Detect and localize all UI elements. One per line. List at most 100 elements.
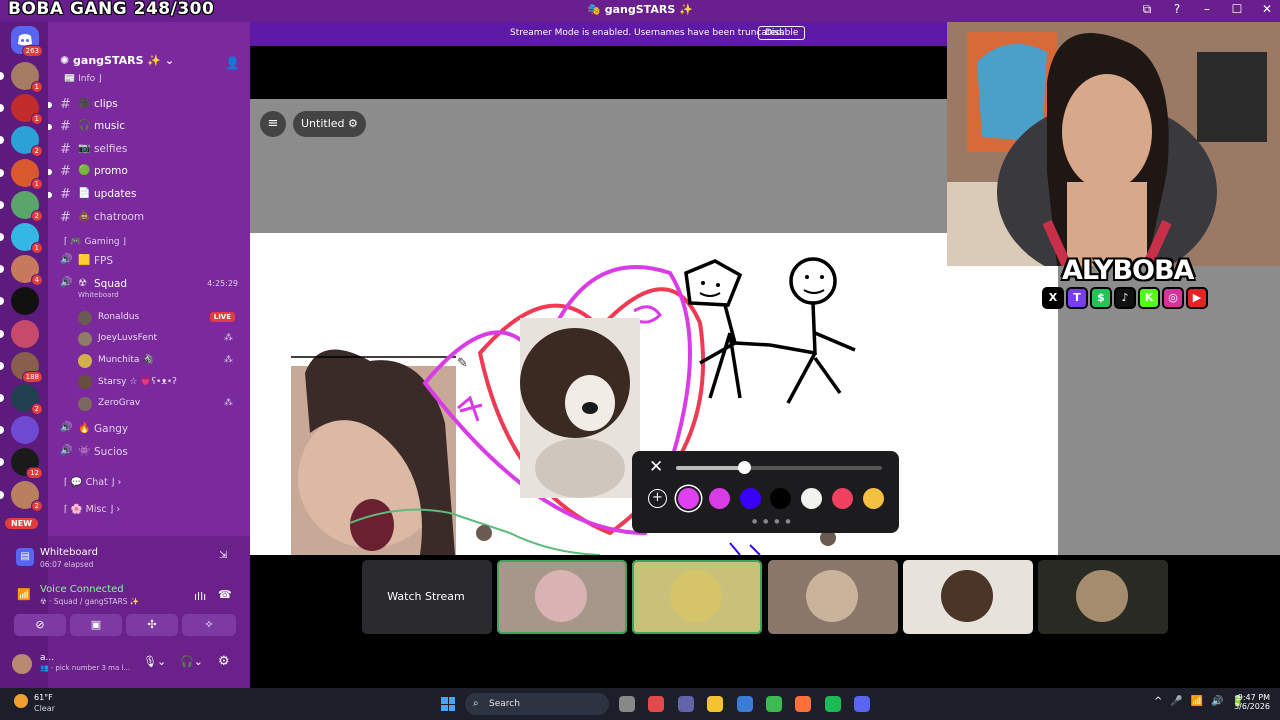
activities-button[interactable]: ✣ xyxy=(126,614,178,636)
social-icon[interactable]: $ xyxy=(1090,287,1112,309)
voice-location[interactable]: ☢ · Squad / gangSTARS ✨ xyxy=(40,597,139,606)
headphones-icon[interactable]: 🎧⌄ xyxy=(180,655,203,668)
voice-member[interactable]: ZeroGrav ⁂ xyxy=(78,394,243,414)
server-icon[interactable]: 1 xyxy=(0,223,43,254)
server-icon[interactable]: 1 xyxy=(0,158,43,190)
search-box[interactable]: ⌕ Search xyxy=(465,693,609,715)
screen-share-button[interactable]: ▣ xyxy=(70,614,122,636)
board-title-button[interactable]: Untitled ⚙ xyxy=(293,111,366,137)
category-collapsed[interactable]: ⌈ 💬 Chat ⌋ › xyxy=(64,477,121,488)
category-gaming[interactable]: ⌈ 🎮 Gaming ⌋ xyxy=(64,237,126,247)
participant-tile[interactable] xyxy=(632,560,763,634)
brush-size-slider[interactable] xyxy=(676,461,882,474)
inbox-icon[interactable]: ⧉ xyxy=(1140,2,1154,17)
server-icon[interactable]: 2 xyxy=(0,384,43,415)
server-header[interactable]: ✺ gangSTARS ✨ ⌄ 👤 xyxy=(48,54,250,76)
add-member-icon[interactable]: 👤 xyxy=(225,56,240,70)
server-icon[interactable]: 2 xyxy=(0,126,43,158)
maximize-button[interactable]: ☐ xyxy=(1230,2,1244,17)
taskbar-app-icon[interactable] xyxy=(707,696,724,712)
weather-icon[interactable] xyxy=(14,694,28,708)
category-collapsed[interactable]: ⌈ 🌸 Misc ⌋ › xyxy=(64,504,120,515)
watch-stream-button[interactable]: Watch Stream xyxy=(381,584,471,610)
home-button[interactable]: 263 xyxy=(11,26,43,57)
channel-clips[interactable]: # 🎥 clips xyxy=(48,95,250,115)
tray-icon[interactable]: ^ xyxy=(1154,696,1162,707)
channel-chatroom[interactable]: # 💩 chatroom xyxy=(48,208,250,228)
avatar[interactable] xyxy=(12,654,32,674)
color-swatch[interactable] xyxy=(678,488,699,509)
server-icon[interactable]: 188 xyxy=(0,351,43,383)
participant-tile[interactable] xyxy=(1038,560,1169,634)
social-icon[interactable]: ▶ xyxy=(1186,287,1208,309)
category-icon: 📰 xyxy=(64,74,76,84)
voice-member[interactable]: Ronaldus LIVE xyxy=(78,308,243,328)
social-icon[interactable]: X xyxy=(1042,287,1064,309)
participant-tile[interactable] xyxy=(767,560,898,634)
taskbar-app-icon[interactable] xyxy=(677,696,694,712)
participant-tile[interactable] xyxy=(902,560,1033,634)
brush-size-handle[interactable] xyxy=(737,461,751,474)
channel-updates[interactable]: # 📄 updates xyxy=(48,185,250,205)
taskbar-app-icon[interactable] xyxy=(736,696,753,712)
minimize-button[interactable]: – xyxy=(1200,2,1214,17)
voice-member[interactable]: JoeyLuvsFent ⁂ xyxy=(78,329,243,349)
voice-channel-gangy[interactable]: 🔊 🔥 Gangy xyxy=(48,420,250,440)
new-badge[interactable]: NEW xyxy=(5,518,38,529)
color-swatch[interactable] xyxy=(801,488,823,509)
taskbar-app-icon[interactable] xyxy=(619,696,635,712)
channel-music[interactable]: # 🎧 music xyxy=(48,117,250,137)
social-icon[interactable]: ♪ xyxy=(1114,287,1136,309)
taskbar-app-icon[interactable] xyxy=(766,696,782,712)
taskbar-app-icon[interactable] xyxy=(795,696,812,712)
color-swatch[interactable] xyxy=(832,488,853,509)
voice-channel-squad[interactable]: 🔊 ☢ Squad 4:25:29 Whiteboard xyxy=(48,275,250,299)
menu-icon[interactable]: ≡ xyxy=(260,111,286,137)
disconnect-icon[interactable]: ☎ xyxy=(218,588,232,601)
color-swatch[interactable] xyxy=(739,488,761,509)
leave-activity-icon[interactable]: ⇲ xyxy=(219,550,227,561)
channel-selfies[interactable]: # 📷 selfies xyxy=(48,140,250,160)
tray-icon[interactable]: 📶 xyxy=(1191,696,1203,707)
disable-button[interactable]: Disable xyxy=(758,26,806,40)
voice-member[interactable]: Starsy ☆ 💗ʕ•ᴥ•ʔ xyxy=(78,372,243,392)
add-color-icon[interactable]: + xyxy=(648,489,667,508)
server-icon[interactable] xyxy=(0,416,39,445)
social-icon[interactable]: T xyxy=(1066,287,1088,309)
tray-icon[interactable]: 🔊 xyxy=(1211,696,1223,707)
clock[interactable]: 9:47 PM 3/6/2026 xyxy=(1230,693,1270,711)
taskbar-app-icon[interactable] xyxy=(648,696,665,712)
voice-member[interactable]: Munchita 🦓 ⁂ xyxy=(78,351,243,371)
social-icon[interactable]: ◎ xyxy=(1162,287,1184,309)
server-icon[interactable]: 1 xyxy=(0,94,43,126)
tray-icon[interactable]: 🎤 xyxy=(1170,696,1182,707)
channel-promo[interactable]: # 🟢 promo xyxy=(48,162,250,182)
server-icon[interactable]: 1 xyxy=(0,62,43,93)
soundboard-button[interactable]: ✧ xyxy=(182,614,236,636)
social-icon[interactable]: K xyxy=(1138,287,1160,309)
color-swatch[interactable] xyxy=(770,488,792,509)
help-icon[interactable]: ? xyxy=(1170,2,1184,17)
start-button[interactable] xyxy=(441,697,455,711)
server-icon[interactable]: 12 xyxy=(0,448,43,480)
server-icon[interactable]: 2 xyxy=(0,190,43,222)
taskbar-app-icon[interactable] xyxy=(854,696,871,712)
server-icon[interactable] xyxy=(0,319,39,348)
category-info[interactable]: 📰 Info ⌋ xyxy=(64,74,102,84)
server-icon[interactable] xyxy=(0,287,39,316)
server-icon[interactable]: 4 xyxy=(0,255,43,287)
participant-tile[interactable] xyxy=(497,560,627,634)
voice-channel-sucios[interactable]: 🔊 👾 Sucios xyxy=(48,443,250,463)
microphone-icon[interactable]: 🎙⌄ xyxy=(143,655,166,668)
color-swatch[interactable] xyxy=(708,488,730,509)
color-swatch[interactable] xyxy=(862,488,884,509)
server-icon[interactable]: 2 xyxy=(0,480,43,512)
noise-suppression-icon[interactable]: ıllı xyxy=(194,590,206,603)
voice-channel-fps[interactable]: 🔊 🟨 FPS xyxy=(48,252,250,272)
close-button[interactable]: ✕ xyxy=(1260,2,1274,17)
close-icon[interactable]: ✕ xyxy=(649,457,663,477)
settings-gear-icon[interactable]: ⚙ xyxy=(218,654,230,669)
camera-off-button[interactable]: ⊘ xyxy=(14,614,66,636)
category-label: ⌈ 💬 Chat ⌋ xyxy=(64,477,115,488)
taskbar-app-icon[interactable] xyxy=(824,696,841,712)
